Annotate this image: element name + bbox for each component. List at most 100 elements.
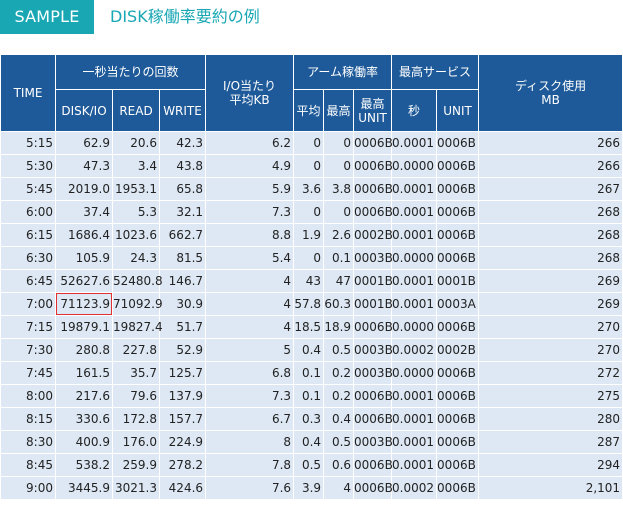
- cell-io-kb: 7.6: [205, 476, 295, 500]
- cell-write: 30.9: [158, 292, 207, 316]
- header-time: TIME: [0, 54, 56, 132]
- cell-arm-max-unit: 0006B: [353, 315, 393, 339]
- cell-io-kb: 4: [205, 292, 295, 316]
- cell-arm-max: 0.5: [323, 338, 355, 362]
- cell-io-kb: 6.8: [205, 361, 295, 385]
- cell-disk-io-highlighted: 71123.9: [55, 292, 113, 316]
- cell-read: 52480.8: [112, 269, 163, 293]
- cell-arm-max: 3.8: [323, 177, 355, 201]
- header-write: WRITE: [158, 89, 207, 132]
- cell-read: 1953.1: [112, 177, 160, 201]
- cell-write: 157.7: [158, 407, 207, 431]
- cell-arm-max: 0.1: [323, 246, 355, 270]
- sample-badge: SAMPLE: [0, 0, 94, 34]
- cell-arm-max-unit: 0001B: [353, 269, 393, 293]
- table-row: 5:15 62.9 20.6 42.3 6.2 0 0 0006B 0.0001 0006B 266: [0, 131, 623, 155]
- cell-time: 8:30: [0, 430, 56, 454]
- cell-service-unit: 0003A: [436, 292, 480, 316]
- cell-io-kb: 5.4: [205, 246, 295, 270]
- table-row: 8:00 217.6 79.6 137.9 7.3 0.1 0.2 0006B 0.0001 00…: [0, 384, 623, 408]
- table-row: 8:45 538.2 259.9 278.2 7.8 0.5 0.6 0006B 0.0001 0…: [0, 453, 623, 477]
- cell-write: 662.7: [158, 223, 207, 247]
- cell-disk-io: 280.8: [55, 338, 113, 362]
- table-row: 8:30 400.9 176.0 224.9 8 0.4 0.5 0003B 0.0001 000…: [0, 430, 623, 454]
- cell-service-sec: 0.0001: [391, 223, 438, 247]
- table-row: 7:00 71123.9 71092.9 30.9 4 57.8 60.3 0001B 0.00…: [0, 292, 623, 316]
- cell-io-kb: 5.9: [205, 177, 295, 201]
- table-row: 5:30 47.3 3.4 43.8 4.9 0 0 0006B 0.0000 0006B 266: [0, 154, 623, 178]
- cell-disk-used-mb: 275: [478, 384, 623, 408]
- table-row: 7:15 19879.1 19827.4 51.7 4 18.5 18.9 0006B 0.00…: [0, 315, 623, 339]
- cell-disk-io: 47.3: [55, 154, 113, 178]
- cell-disk-used-mb: 280: [478, 407, 623, 431]
- cell-disk-io: 1686.4: [55, 223, 113, 247]
- header-arm-utilization-group: アーム稼働率: [293, 54, 393, 90]
- cell-arm-max-unit: 0006B: [353, 154, 393, 178]
- cell-read: 5.3: [112, 200, 160, 224]
- cell-arm-max-unit: 0006B: [353, 407, 393, 431]
- cell-write: 424.6: [158, 476, 207, 500]
- cell-arm-avg: 0.4: [293, 338, 325, 362]
- cell-io-kb: 4.9: [205, 154, 295, 178]
- cell-time: 7:00: [0, 292, 56, 316]
- cell-time: 5:45: [0, 177, 56, 201]
- disk-usage-table: TIME 一秒当たりの回数 I/O当たり 平均KB アーム稼働率 最高サービス …: [0, 54, 623, 500]
- header-service-unit: UNIT: [436, 89, 480, 132]
- cell-disk-used-mb: 270: [478, 315, 623, 339]
- cell-io-kb: 4: [205, 269, 295, 293]
- cell-read: 227.8: [112, 338, 160, 362]
- cell-arm-max-unit: 0002B: [353, 223, 393, 247]
- cell-disk-io: 3445.9: [55, 476, 113, 500]
- cell-write: 81.5: [158, 246, 207, 270]
- cell-disk-io: 19879.1: [55, 315, 113, 339]
- cell-service-unit: 0006B: [436, 154, 480, 178]
- table-row: 7:30 280.8 227.8 52.9 5 0.4 0.5 0003B 0.0002 0002…: [0, 338, 623, 362]
- cell-service-unit: 0006B: [436, 361, 480, 385]
- cell-service-unit: 0002B: [436, 338, 480, 362]
- cell-service-sec: 0.0001: [391, 384, 438, 408]
- cell-arm-avg: 0.4: [293, 430, 325, 454]
- cell-read: 3021.3: [112, 476, 160, 500]
- header-disk-used-mb-label: ディスク使用 MB: [514, 79, 587, 107]
- cell-read: 259.9: [112, 453, 160, 477]
- cell-disk-used-mb: 269: [478, 269, 623, 293]
- cell-io-kb: 8: [205, 430, 295, 454]
- cell-arm-max-unit: 0006B: [353, 200, 393, 224]
- cell-time: 8:45: [0, 453, 56, 477]
- cell-time: 8:15: [0, 407, 56, 431]
- cell-disk-io: 161.5: [55, 361, 113, 385]
- cell-disk-used-mb: 266: [478, 131, 623, 155]
- cell-arm-max-unit: 0006B: [353, 384, 393, 408]
- cell-disk-used-mb: 268: [478, 200, 623, 224]
- cell-write: 42.3: [158, 131, 207, 155]
- cell-arm-max-unit: 0006B: [353, 476, 393, 500]
- cell-arm-max: 47: [323, 269, 355, 293]
- cell-service-unit: 0006B: [436, 131, 480, 155]
- cell-arm-avg: 0.5: [293, 453, 325, 477]
- cell-disk-io: 37.4: [55, 200, 113, 224]
- cell-time: 5:30: [0, 154, 56, 178]
- cell-io-kb: 6.7: [205, 407, 295, 431]
- cell-service-unit: 0006B: [436, 407, 480, 431]
- cell-read: 19827.4: [112, 315, 163, 339]
- cell-service-sec: 0.0001: [391, 177, 438, 201]
- cell-arm-avg: 18.5: [293, 315, 325, 339]
- cell-service-unit: 0006B: [436, 200, 480, 224]
- cell-read: 35.7: [112, 361, 160, 385]
- cell-write: 137.9: [158, 384, 207, 408]
- table-row: 6:45 52627.6 52480.8 146.7 4 43 47 0001B 0.0001 0…: [0, 269, 623, 293]
- page-title: DISK稼働率要約の例: [110, 7, 260, 26]
- cell-service-sec: 0.0001: [391, 131, 438, 155]
- cell-arm-avg: 0.1: [293, 384, 325, 408]
- header-disk-io: DISK/IO: [55, 89, 113, 132]
- cell-arm-max: 4: [323, 476, 355, 500]
- cell-arm-avg: 3.6: [293, 177, 325, 201]
- cell-time: 7:30: [0, 338, 56, 362]
- cell-arm-max-unit: 0006B: [353, 177, 393, 201]
- cell-time: 9:00: [0, 476, 56, 500]
- cell-arm-avg: 1.9: [293, 223, 325, 247]
- cell-service-sec: 0.0002: [391, 338, 438, 362]
- cell-arm-avg: 57.8: [293, 292, 325, 316]
- cell-arm-max-unit: 0003B: [353, 361, 393, 385]
- cell-disk-used-mb: 268: [478, 246, 623, 270]
